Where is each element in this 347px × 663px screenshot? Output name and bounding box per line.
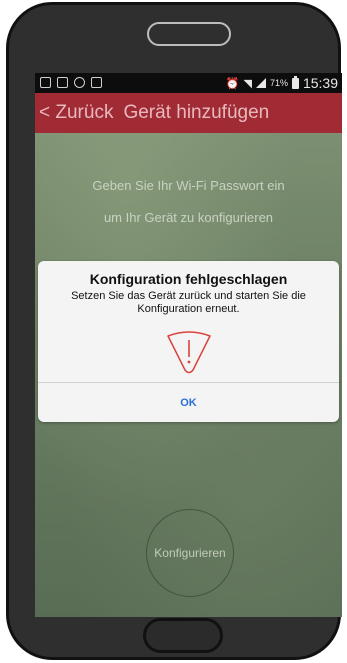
home-button[interactable]: [143, 618, 223, 653]
speaker-grille: [147, 22, 231, 46]
dialog-message: Setzen Sie das Gerät zurück und starten …: [71, 290, 306, 315]
clock: 15:39: [302, 75, 338, 91]
screen: ⏰ ◥ 71% 15:39 < Zurück Gerät hinzufügen …: [35, 73, 342, 617]
status-bar: ⏰ ◥ 71% 15:39: [35, 73, 342, 93]
warning-icon: [167, 331, 211, 374]
title-bar: < Zurück Gerät hinzufügen: [35, 93, 342, 133]
wifi-icon: ◥: [243, 77, 252, 90]
battery-icon: [291, 75, 299, 89]
back-button[interactable]: < Zurück: [39, 102, 113, 124]
phone-frame: ⏰ ◥ 71% 15:39 < Zurück Gerät hinzufügen …: [6, 2, 342, 660]
battery-percent: 71%: [269, 78, 288, 88]
ok-button[interactable]: OK: [38, 383, 339, 422]
sync-icon: [74, 77, 85, 88]
error-dialog: Konfiguration fehlgeschlagen Setzen Sie …: [38, 261, 339, 422]
signal-icon: [255, 78, 266, 88]
page-title: Gerät hinzufügen: [123, 102, 270, 123]
clipboard-icon: [91, 77, 102, 88]
notification-icon: [40, 77, 51, 88]
alarm-icon: ⏰: [225, 77, 240, 90]
dialog-title: Konfiguration fehlgeschlagen: [89, 271, 288, 287]
gallery-icon: [57, 77, 68, 88]
configure-button[interactable]: Konfigurieren: [146, 509, 234, 597]
